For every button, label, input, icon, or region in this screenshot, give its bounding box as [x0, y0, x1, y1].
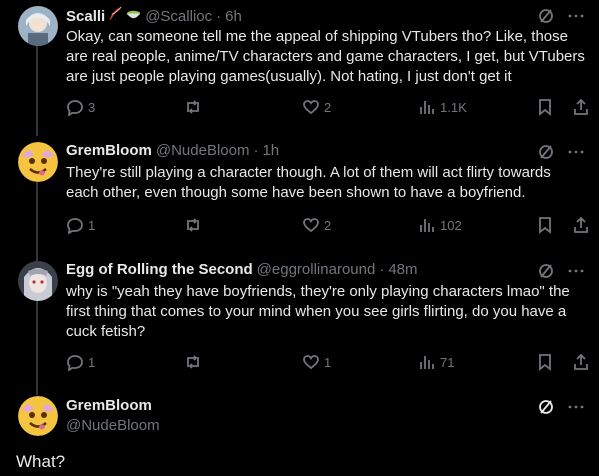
- tweet-top-icons: [537, 398, 585, 416]
- thread-line: [36, 46, 38, 136]
- retweet-button[interactable]: [184, 353, 206, 371]
- like-button[interactable]: 1: [302, 353, 331, 371]
- grok-icon[interactable]: [537, 143, 555, 161]
- share-button[interactable]: [572, 98, 594, 116]
- tweet-text: Okay, can someone tell me the appeal of …: [66, 28, 585, 85]
- timestamp[interactable]: 1h: [262, 142, 279, 159]
- like-count: 2: [324, 217, 332, 233]
- quill-emoji-icon: [110, 6, 122, 21]
- share-icon: [574, 98, 588, 115]
- more-icon[interactable]: [567, 143, 585, 161]
- reply-button[interactable]: 3: [66, 98, 95, 116]
- separator-dot: ·: [379, 261, 385, 278]
- like-count: 1: [324, 354, 332, 370]
- grok-icon[interactable]: [537, 7, 555, 25]
- separator-dot: ·: [216, 8, 222, 25]
- retweet-icon: [187, 355, 199, 369]
- tweet-actions: 1 2 102: [66, 216, 588, 236]
- heart-icon: [303, 100, 319, 115]
- tweet-actions: 1 1 71: [66, 353, 588, 373]
- retweet-button[interactable]: [184, 98, 206, 116]
- avatar[interactable]: [18, 6, 58, 46]
- share-icon: [574, 353, 588, 370]
- display-name[interactable]: GremBloom: [66, 142, 152, 159]
- views-button[interactable]: 102: [418, 216, 462, 234]
- tweet-top-icons: [537, 262, 585, 280]
- share-icon: [574, 216, 588, 233]
- views-chart-icon: [420, 219, 434, 232]
- like-button[interactable]: 2: [302, 98, 331, 116]
- views-button[interactable]: 1.1K: [418, 98, 467, 116]
- like-button[interactable]: 2: [302, 216, 331, 234]
- bookmark-button[interactable]: [536, 98, 558, 116]
- timestamp[interactable]: 6h: [225, 8, 242, 25]
- bookmark-button[interactable]: [536, 353, 558, 371]
- handle[interactable]: @eggrollinaround: [257, 261, 376, 278]
- timestamp[interactable]: 48m: [388, 261, 417, 278]
- view-count: 1.1K: [440, 99, 467, 115]
- thread-line: [36, 301, 38, 395]
- heart-icon: [303, 355, 319, 370]
- reply-icon: [67, 355, 83, 371]
- tweet-top-icons: [537, 7, 585, 25]
- tweet-top-icons: [537, 143, 585, 161]
- more-icon[interactable]: [567, 398, 585, 416]
- display-name[interactable]: Scalli: [66, 8, 105, 25]
- handle[interactable]: @Scallioc: [145, 8, 212, 25]
- reply-icon: [67, 218, 83, 234]
- reply-button[interactable]: 1: [66, 353, 95, 371]
- focused-reply[interactable]: GremBloom @NudeBloom What?: [0, 394, 599, 476]
- display-name[interactable]: Egg of Rolling the Second: [66, 261, 253, 278]
- handle[interactable]: @NudeBloom: [66, 417, 160, 434]
- bookmark-icon: [539, 99, 551, 116]
- share-button[interactable]: [572, 353, 594, 371]
- tweet-2[interactable]: GremBloom @NudeBloom · 1h They're still …: [0, 136, 599, 267]
- tweet-actions: 3 2 1.1K: [66, 98, 588, 118]
- reply-count: 3: [88, 99, 96, 115]
- more-icon[interactable]: [567, 262, 585, 280]
- avatar[interactable]: [18, 261, 58, 301]
- retweet-button[interactable]: [184, 216, 206, 234]
- tweet-3[interactable]: Egg of Rolling the Second @eggrollinarou…: [0, 255, 599, 395]
- grok-icon[interactable]: [537, 262, 555, 280]
- reply-icon: [67, 100, 83, 116]
- heart-icon: [303, 218, 319, 233]
- reply-text: What?: [16, 452, 66, 471]
- separator-dot: ·: [253, 142, 259, 159]
- tweet-header: GremBloom @NudeBloom · 1h: [66, 142, 279, 159]
- tweet-text: why is "yeah they have boyfriends, they'…: [66, 283, 570, 340]
- retweet-icon: [187, 218, 199, 232]
- views-chart-icon: [420, 101, 434, 114]
- reply-count: 1: [88, 354, 96, 370]
- avatar[interactable]: [18, 142, 58, 182]
- tweet-header: Egg of Rolling the Second @eggrollinarou…: [66, 261, 418, 278]
- views-button[interactable]: 71: [418, 353, 454, 371]
- handle[interactable]: @NudeBloom: [156, 142, 250, 159]
- reply-button[interactable]: 1: [66, 216, 95, 234]
- tweet-1[interactable]: Scalli @Scallioc · 6h Okay, can someone …: [0, 0, 599, 136]
- display-name[interactable]: GremBloom: [66, 397, 152, 414]
- like-count: 2: [324, 99, 332, 115]
- grok-icon[interactable]: [537, 398, 555, 416]
- bookmark-button[interactable]: [536, 216, 558, 234]
- view-count: 102: [440, 217, 462, 233]
- retweet-icon: [187, 100, 199, 114]
- tweet-text: They're still playing a character though…: [66, 164, 551, 201]
- views-chart-icon: [420, 356, 434, 369]
- reply-count: 1: [88, 217, 96, 233]
- more-icon[interactable]: [567, 7, 585, 25]
- soup-bowl-emoji-icon: [127, 10, 141, 19]
- bookmark-icon: [539, 354, 551, 371]
- view-count: 71: [440, 354, 455, 370]
- avatar[interactable]: [18, 396, 58, 436]
- tweet-header: Scalli @Scallioc · 6h: [66, 6, 242, 25]
- share-button[interactable]: [572, 216, 594, 234]
- bookmark-icon: [539, 217, 551, 234]
